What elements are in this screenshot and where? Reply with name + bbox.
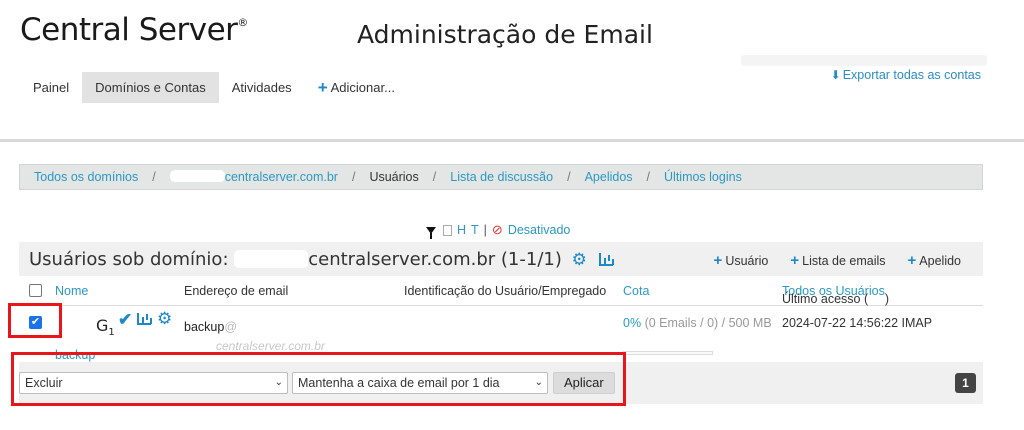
header-divider [0, 139, 1024, 142]
highlight-box [11, 352, 626, 406]
nav-item-painel[interactable]: Painel [20, 72, 82, 103]
add-user-button[interactable]: + Usuário [714, 252, 769, 269]
filter-h[interactable]: H [457, 223, 466, 237]
breadcrumb-separator: / [646, 170, 651, 184]
filter-b-icon[interactable] [443, 224, 452, 236]
email-address: backup@ [184, 320, 238, 334]
nav-item-atividades[interactable]: Atividades [219, 72, 305, 103]
filter-t[interactable]: T [471, 223, 479, 237]
redacted-text [234, 250, 309, 268]
download-icon: ⬇ [830, 68, 841, 82]
breadcrumb-all-domains[interactable]: Todos os domínios [34, 170, 138, 184]
breadcrumb-users: Usuários [369, 170, 419, 184]
page-title: Administração de Email [357, 20, 653, 49]
filter-separator: | [483, 223, 487, 237]
plus-icon: + [317, 78, 328, 97]
plus-icon: + [790, 252, 800, 269]
column-name[interactable]: Nome [55, 284, 88, 298]
breadcrumb-separator: / [567, 170, 571, 184]
gear-icon[interactable]: ⚙ [157, 309, 172, 329]
redacted-text [169, 170, 225, 182]
add-menu-button[interactable]: + Adicionar... [305, 72, 408, 103]
table-header: Nome Endereço de email Identificação do … [19, 276, 983, 306]
last-access-value: 2024-07-22 14:56:22 IMAP [782, 316, 933, 330]
brand-logo: Central Server® [20, 12, 248, 48]
check-icon: ✔ [118, 310, 133, 329]
nav-item-dominios-e-contas[interactable]: Domínios e Contas [82, 72, 219, 103]
export-all-accounts-link[interactable]: ⬇ Exportar todas as contas [831, 68, 981, 82]
email-domain: centralserver.com.br [216, 339, 325, 353]
quota-percent[interactable]: 0% [623, 316, 641, 330]
column-email: Endereço de email [184, 284, 289, 298]
breadcrumb-aliases[interactable]: Apelidos [585, 170, 633, 184]
add-alias-button[interactable]: + Apelido [908, 252, 961, 269]
quota-value: 0% (0 Emails / 0) / 500 MB [623, 316, 772, 330]
filter-icon[interactable] [426, 226, 436, 239]
panel-header: Usuários sob domínio: centralserver.com.… [19, 242, 983, 276]
breadcrumb-last-logins[interactable]: Últimos logins [664, 170, 742, 184]
quota-bar [623, 351, 713, 355]
stats-icon[interactable] [598, 253, 613, 266]
column-quota[interactable]: Cota [623, 284, 649, 298]
breadcrumb-separator: / [152, 170, 156, 184]
highlight-box [8, 303, 62, 338]
breadcrumb-domain[interactable]: centralserver.com.br [169, 170, 338, 184]
breadcrumb-separator: / [351, 170, 356, 184]
pagination-page[interactable]: 1 [955, 373, 976, 393]
select-all-checkbox[interactable] [29, 284, 42, 297]
panel-actions: + Usuário + Lista de emails + Apelido [714, 252, 961, 269]
disabled-icon: ⊘ [491, 222, 503, 237]
breadcrumb-separator: / [432, 170, 437, 184]
redacted-area [741, 55, 987, 66]
stats-icon[interactable] [137, 313, 151, 325]
plus-icon: + [713, 252, 723, 269]
column-identification: Identificação do Usuário/Empregado [404, 284, 607, 298]
add-email-list-button[interactable]: + Lista de emails [790, 252, 885, 269]
panel-title: Usuários sob domínio: centralserver.com.… [29, 249, 613, 270]
top-navigation: Painel Domínios e Contas Atividades + Adi… [20, 72, 408, 103]
plus-icon: + [907, 252, 917, 269]
filter-bar: H T | ⊘ Desativado [426, 222, 571, 239]
column-last-access: Último acesso (Todos os Usuários) [782, 284, 889, 306]
breadcrumb-mailing-lists[interactable]: Lista de discussão [450, 170, 553, 184]
filter-disabled[interactable]: Desativado [508, 223, 571, 237]
gear-icon[interactable]: ⚙ [572, 250, 587, 270]
breadcrumb: Todos os domínios / centralserver.com.br… [19, 164, 983, 190]
user-display-name: G1 [96, 316, 115, 339]
